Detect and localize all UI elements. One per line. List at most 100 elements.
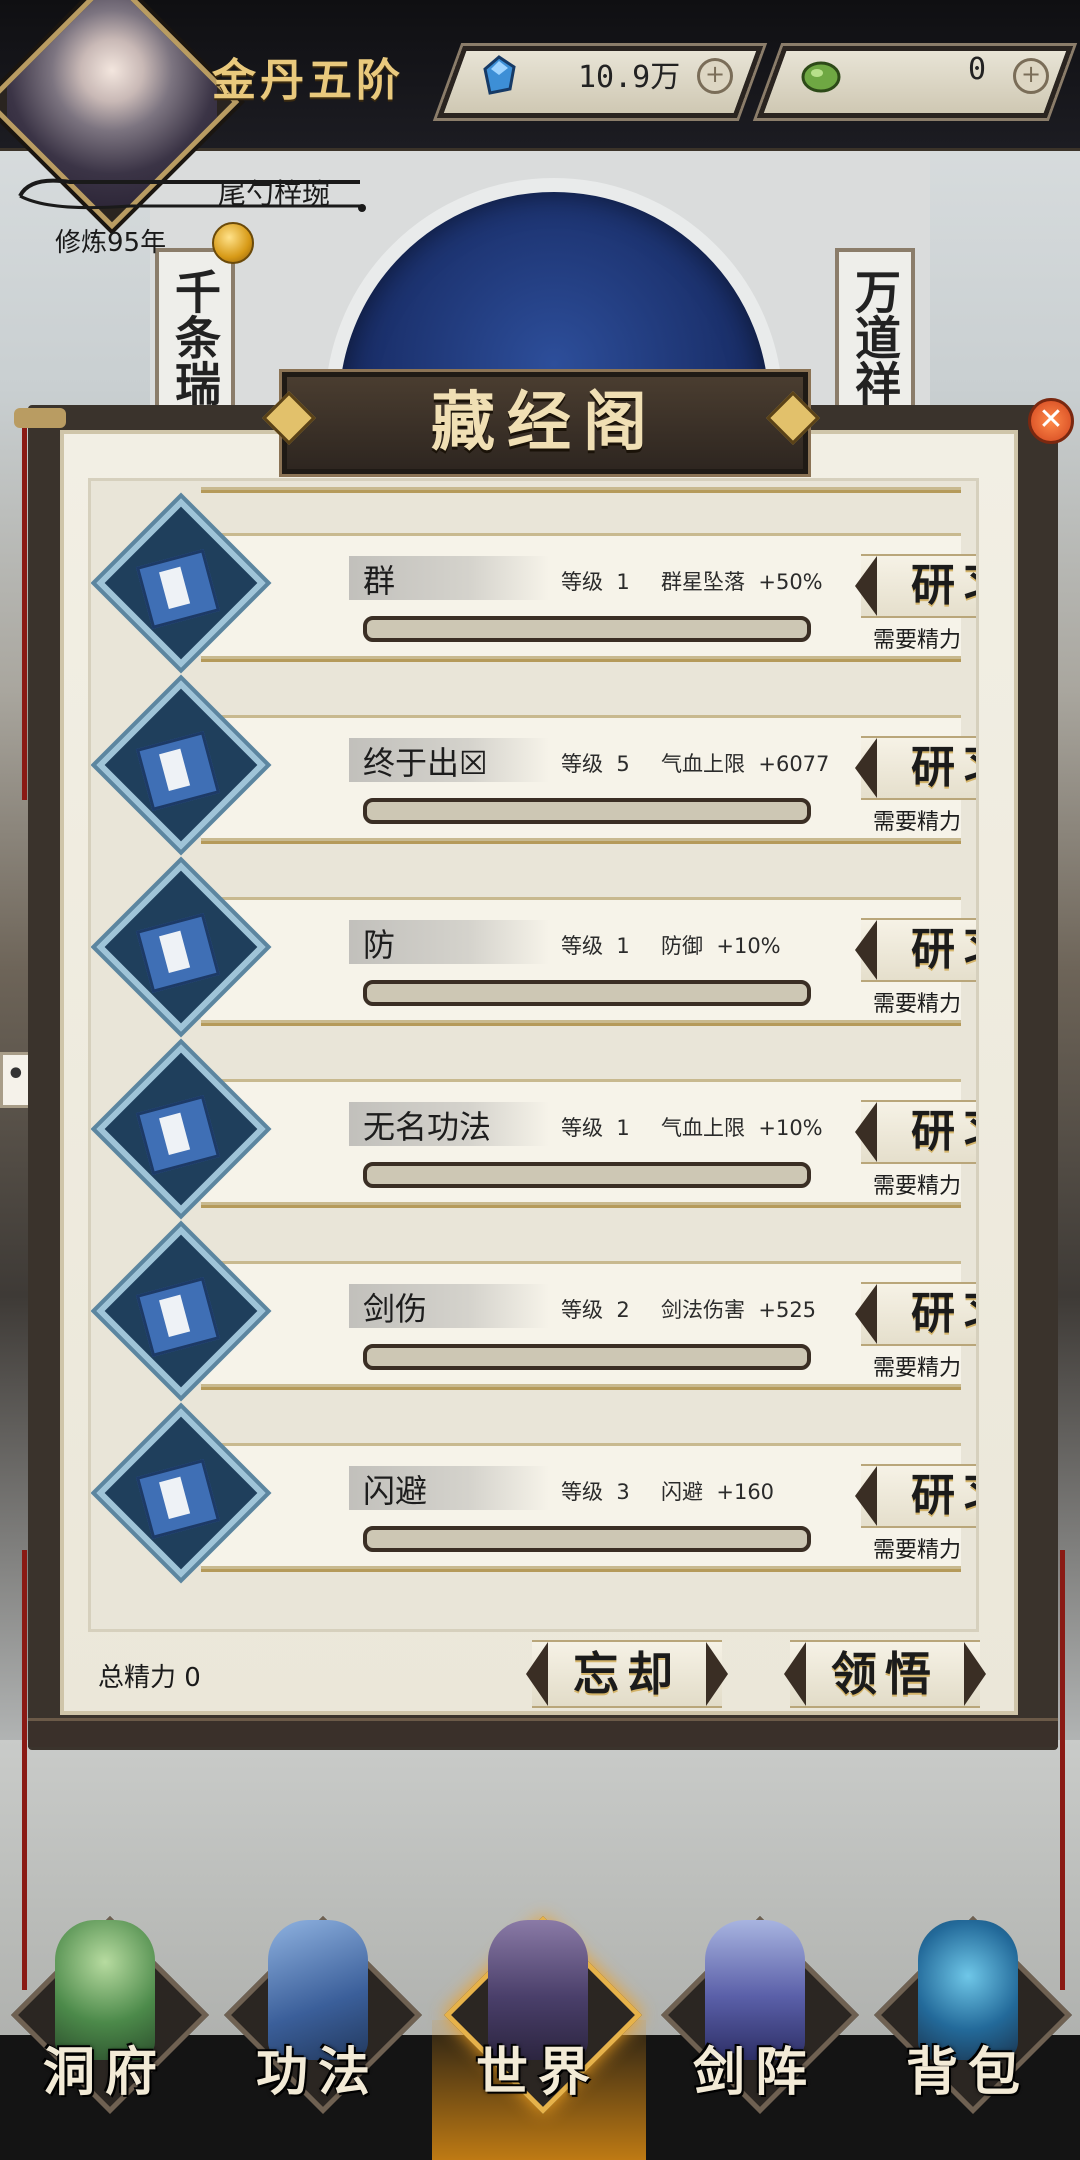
- skill-name: 群: [363, 562, 396, 600]
- skill-effect: 气血上限 +10%: [661, 1112, 823, 1142]
- skill-effect-value: +525: [758, 1298, 817, 1322]
- study-button[interactable]: 研习: [855, 918, 976, 982]
- energy-cost: 需要精力 10: [873, 1532, 976, 1564]
- skill-name: 终于出☒: [363, 744, 488, 782]
- skill-level-value: 2: [616, 1298, 630, 1322]
- add-jade-button[interactable]: +: [1013, 58, 1049, 94]
- comprehend-button[interactable]: 领悟: [784, 1640, 986, 1708]
- skill-level-label: 等级: [561, 1480, 603, 1504]
- skill-effect-name: 防御: [661, 934, 703, 958]
- skill-effect-name: 闪避: [661, 1480, 703, 1504]
- skill-effect-name: 气血上限: [661, 1116, 745, 1140]
- nav-tab-3[interactable]: 世界: [438, 1910, 642, 2114]
- skill-row: 防 等级 1 防御 +10% 研习 需要精力 10: [91, 862, 976, 1032]
- energy-cost: 需要精力 10: [873, 986, 976, 1018]
- skill-name: 剑伤: [363, 1290, 428, 1328]
- study-button[interactable]: 研习: [855, 736, 976, 800]
- energy-cost-label: 需要精力: [873, 1356, 962, 1381]
- energy-cost-value: 10: [975, 992, 976, 1017]
- skill-level-value: 3: [616, 1480, 630, 1504]
- skill-row: 无名功法 等级 1 气血上限 +10% 研习 需要精力 10: [91, 1044, 976, 1214]
- couplet-left-text: 千条瑞: [168, 268, 222, 406]
- panel-title: 藏经阁: [431, 385, 659, 460]
- jade-value: 0: [968, 52, 987, 87]
- skill-level: 等级 2: [561, 1294, 630, 1324]
- nav-tab-2[interactable]: 功法: [218, 1910, 422, 2114]
- skill-card: 闪避 等级 3 闪避 +160 研习 需要精力 10: [201, 1443, 976, 1569]
- energy-cost: 需要精力 10: [873, 1350, 976, 1382]
- partial-skill-row: [201, 481, 961, 490]
- energy-cost-label: 需要精力: [873, 810, 962, 835]
- couplet-right-text: 万道祥: [848, 268, 902, 406]
- energy-cost-label: 需要精力: [873, 1174, 962, 1199]
- cultivation-years: 修炼95年: [55, 228, 167, 258]
- nav-tab-5[interactable]: 背包: [868, 1910, 1072, 2114]
- skill-level-label: 等级: [561, 934, 603, 958]
- study-button[interactable]: 研习: [855, 1464, 976, 1528]
- nav-tab-4[interactable]: 剑阵: [655, 1910, 859, 2114]
- skill-effect: 群星坠落 +50%: [661, 566, 823, 596]
- energy-cost: 需要精力 10: [873, 804, 976, 836]
- energy-cost-label: 需要精力: [873, 628, 962, 653]
- skill-level: 等级 5: [561, 748, 630, 778]
- skill-effect-value: +10%: [758, 1116, 823, 1140]
- cultivation-realm: 金丹五阶: [212, 55, 404, 106]
- skill-effect-value: +10%: [716, 934, 781, 958]
- study-button[interactable]: 研习: [855, 1282, 976, 1346]
- skill-card: 群 等级 1 群星坠落 +50% 研习 需要精力 10: [201, 533, 976, 659]
- add-spirit-stone-button[interactable]: +: [697, 58, 733, 94]
- skill-level-label: 等级: [561, 1116, 603, 1140]
- skill-progress-bar: [363, 616, 811, 642]
- nav-tab-1[interactable]: 洞府: [5, 1910, 209, 2114]
- forget-label: 忘却: [573, 1647, 681, 1701]
- skill-effect: 防御 +10%: [661, 930, 781, 960]
- nav-tab-label: 剑阵: [692, 2042, 817, 2103]
- energy-cost: 需要精力 10: [873, 622, 976, 654]
- book-label-icon: [159, 748, 191, 792]
- skill-level-label: 等级: [561, 1298, 603, 1322]
- couplet-right: 万道祥: [835, 248, 915, 418]
- skill-list[interactable]: 群 等级 1 群星坠落 +50% 研习 需要精力 10: [91, 481, 976, 1629]
- energy-cost-label: 需要精力: [873, 1538, 962, 1563]
- study-label: 研习: [911, 560, 976, 611]
- energy-cost-value: 10: [975, 1356, 976, 1381]
- skill-card: 终于出☒ 等级 5 气血上限 +6077 研习 需要精力 10: [201, 715, 976, 841]
- energy-cost-label: 需要精力: [873, 992, 962, 1017]
- skill-row: 剑伤 等级 2 剑法伤害 +525 研习 需要精力 10: [91, 1226, 976, 1396]
- nav-tab-label: 背包: [905, 2042, 1030, 2103]
- golden-pill-icon[interactable]: [212, 222, 254, 264]
- skill-level-value: 5: [616, 752, 630, 776]
- scroll-bottom-rod: [28, 1718, 1058, 1747]
- forget-button[interactable]: 忘却: [526, 1640, 728, 1708]
- skill-effect: 闪避 +160: [661, 1476, 774, 1506]
- skill-level: 等级 3: [561, 1476, 630, 1506]
- total-energy: 总精力 0: [98, 1657, 201, 1694]
- spirit-stone-value: 10.9万: [578, 60, 681, 95]
- skill-progress-bar: [363, 980, 811, 1006]
- skill-level: 等级 1: [561, 1112, 630, 1142]
- energy-cost-value: 10: [975, 1538, 976, 1563]
- study-button[interactable]: 研习: [855, 554, 976, 618]
- skill-card: 防 等级 1 防御 +10% 研习 需要精力 10: [201, 897, 976, 1023]
- book-label-icon: [159, 1294, 191, 1338]
- study-label: 研习: [911, 1106, 976, 1157]
- nav-tab-label: 洞府: [42, 2042, 167, 2103]
- skill-name: 防: [363, 926, 396, 964]
- skill-card: 无名功法 等级 1 气血上限 +10% 研习 需要精力 10: [201, 1079, 976, 1205]
- skill-row: 闪避 等级 3 闪避 +160 研习 需要精力 10: [91, 1408, 976, 1578]
- book-label-icon: [159, 1476, 191, 1520]
- spirit-stone-icon: [483, 55, 516, 95]
- skill-level: 等级 1: [561, 566, 630, 596]
- skill-progress-bar: [363, 798, 811, 824]
- skill-progress-bar: [363, 1162, 811, 1188]
- skill-level-label: 等级: [561, 570, 603, 594]
- skill-name: 无名功法: [363, 1108, 492, 1146]
- book-label-icon: [159, 566, 191, 610]
- skill-list-area[interactable]: 群 等级 1 群星坠落 +50% 研习 需要精力 10: [88, 478, 979, 1632]
- red-pole-left: [22, 420, 27, 800]
- energy-cost: 需要精力 10: [873, 1168, 976, 1200]
- close-icon[interactable]: ✕: [1028, 398, 1074, 444]
- energy-cost-value: 10: [975, 1174, 976, 1199]
- study-button[interactable]: 研习: [855, 1100, 976, 1164]
- couplet-left: 千条瑞: [155, 248, 235, 418]
